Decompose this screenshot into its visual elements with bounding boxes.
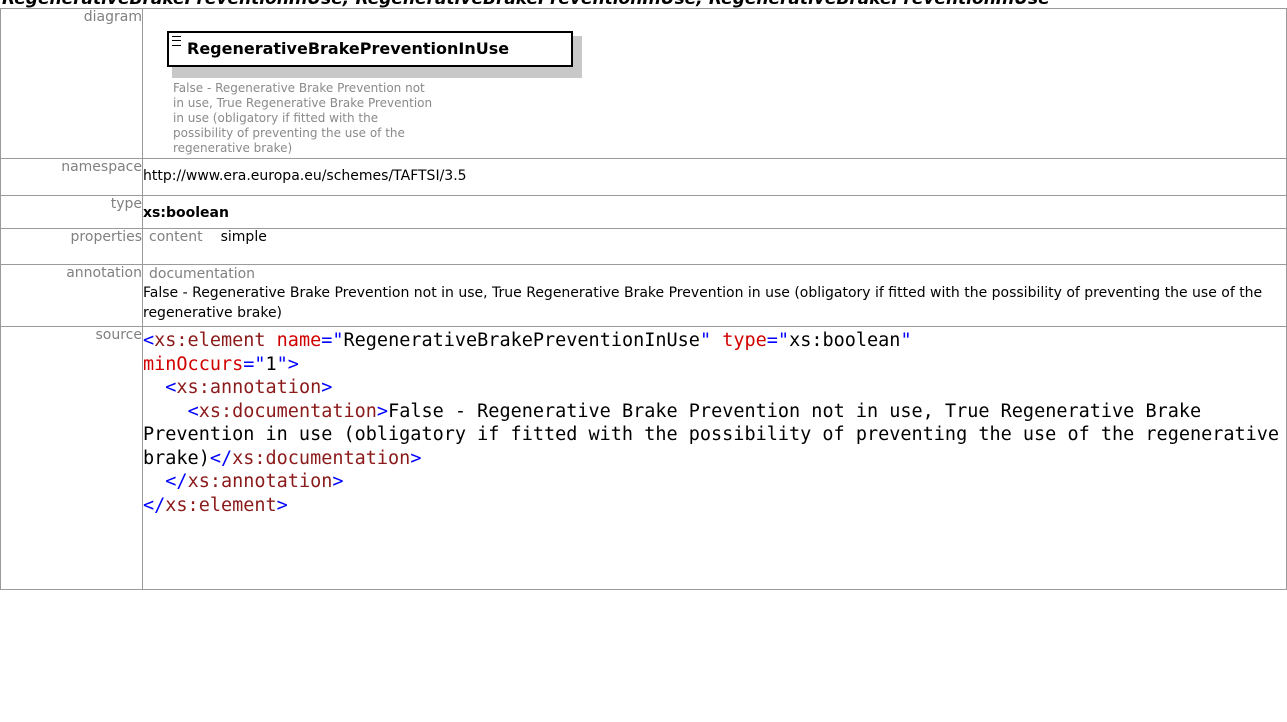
annotation-text: False - Regenerative Brake Prevention no… [143, 285, 1263, 321]
source-label: source [0, 326, 143, 590]
source-row: source <xs:element name="RegenerativeBra… [0, 326, 1287, 590]
diagram-row: diagram RegenerativeBrakePreventionInUse… [0, 8, 1287, 159]
namespace-row: namespace http://www.era.europa.eu/schem… [0, 158, 1287, 196]
property-content: content simple [149, 229, 1286, 245]
annotation-cell: documentation False - Regenerative Brake… [142, 264, 1287, 327]
namespace-label: namespace [0, 158, 143, 196]
properties-label: properties [0, 228, 143, 265]
annotation-label: annotation [0, 264, 143, 327]
namespace-value: http://www.era.europa.eu/schemes/TAFTSI/… [142, 158, 1287, 196]
schema-doc-table: diagram RegenerativeBrakePreventionInUse… [0, 8, 1287, 590]
annotation-key: documentation [149, 266, 256, 282]
properties-cell: content simple [142, 228, 1287, 265]
element-lines-icon [172, 36, 181, 46]
element-box[interactable]: RegenerativeBrakePreventionInUse [167, 31, 573, 67]
diagram-documentation: False - Regenerative Brake Prevention no… [173, 81, 433, 155]
type-value[interactable]: xs:boolean [142, 195, 1287, 229]
diagram-cell: RegenerativeBrakePreventionInUse False -… [142, 8, 1287, 159]
properties-row: properties content simple [0, 228, 1287, 265]
type-row: type xs:boolean [0, 195, 1287, 229]
diagram-area: RegenerativeBrakePreventionInUse False -… [143, 9, 1286, 155]
property-key: content [149, 229, 203, 245]
source-code: <xs:element name="RegenerativeBrakePreve… [143, 330, 1280, 516]
element-name: RegenerativeBrakePreventionInUse [187, 39, 510, 58]
type-label: type [0, 195, 143, 229]
source-cell: <xs:element name="RegenerativeBrakePreve… [142, 326, 1287, 590]
property-value: simple [220, 229, 267, 245]
diagram-label: diagram [0, 8, 143, 159]
annotation-row: annotation documentation False - Regener… [0, 264, 1287, 327]
